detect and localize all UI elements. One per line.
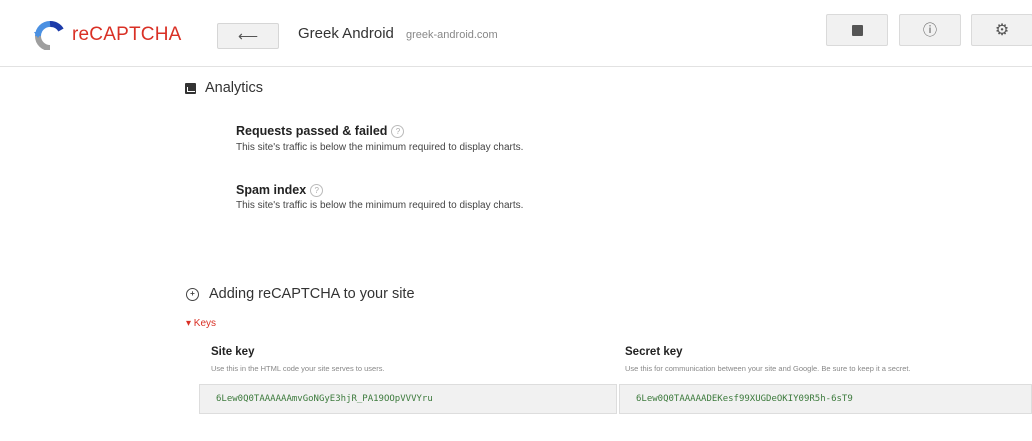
spam-metric-title: Spam index ?	[236, 183, 324, 197]
back-button[interactable]: ⟵	[217, 23, 279, 49]
analytics-button[interactable]	[826, 14, 888, 46]
adding-section-title: + Adding reCAPTCHA to your site	[186, 286, 415, 302]
adding-title: Adding reCAPTCHA to your site	[209, 286, 415, 302]
settings-button[interactable]: ⚙	[971, 14, 1032, 46]
site-key-label: Site key	[211, 346, 255, 358]
site-domain: greek-android.com	[406, 29, 498, 41]
info-icon: ⓘ	[923, 22, 937, 38]
analytics-title: Analytics	[205, 80, 264, 96]
gear-icon: ⚙	[994, 22, 1010, 39]
spam-metric-desc: This site's traffic is below the minimum…	[236, 200, 524, 211]
analytics-icon	[851, 24, 863, 36]
help-icon[interactable]: ?	[310, 183, 324, 197]
secret-key-field[interactable]: 6Lew0Q0TAAAAADEKesf99XUGDeOKIY09R5h-6sT9	[619, 384, 1032, 414]
back-arrow-icon: ⟵	[237, 27, 259, 44]
requests-metric-title: Requests passed & failed ?	[236, 124, 405, 138]
secret-key-label: Secret key	[625, 346, 683, 358]
requests-metric-desc: This site's traffic is below the minimum…	[236, 142, 524, 153]
analytics-section-title: Analytics	[185, 80, 263, 96]
analytics-icon	[185, 82, 196, 94]
site-name: Greek Android	[298, 25, 394, 42]
keys-toggle[interactable]: ▾ Keys	[186, 318, 216, 329]
logo-text: reCAPTCHA	[72, 24, 182, 45]
info-button[interactable]: ⓘ	[899, 14, 961, 46]
top-bar: reCAPTCHA ⟵ Greek Android greek-android.…	[0, 0, 1032, 67]
site-key-field[interactable]: 6Lew0Q0TAAAAAAmvGoNGyE3hjR_PA19OOpVVVYru	[199, 384, 617, 414]
secret-key-help: Use this for communication between your …	[625, 364, 911, 373]
help-icon[interactable]: ?	[391, 124, 405, 138]
recaptcha-logo[interactable]: reCAPTCHA	[32, 20, 181, 50]
plus-circle-icon: +	[186, 287, 199, 301]
site-key-help: Use this in the HTML code your site serv…	[211, 364, 385, 373]
recaptcha-logo-icon	[34, 21, 64, 50]
